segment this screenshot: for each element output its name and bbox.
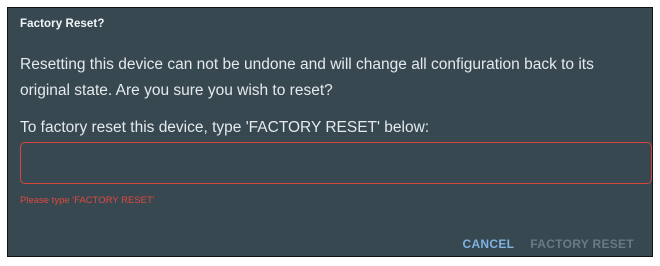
validation-error: Please type 'FACTORY RESET' — [20, 195, 155, 206]
factory-reset-dialog: Factory Reset? Resetting this device can… — [7, 7, 653, 257]
factory-reset-button[interactable]: FACTORY RESET — [522, 237, 642, 251]
dialog-actions: CANCEL FACTORY RESET — [454, 237, 642, 251]
dialog-title: Factory Reset? — [20, 18, 105, 30]
dialog-message: Resetting this device can not be undone … — [20, 56, 594, 99]
confirmation-prompt: To factory reset this device, type 'FACT… — [20, 119, 430, 136]
cancel-button[interactable]: CANCEL — [454, 237, 522, 251]
confirmation-input[interactable] — [20, 142, 652, 184]
